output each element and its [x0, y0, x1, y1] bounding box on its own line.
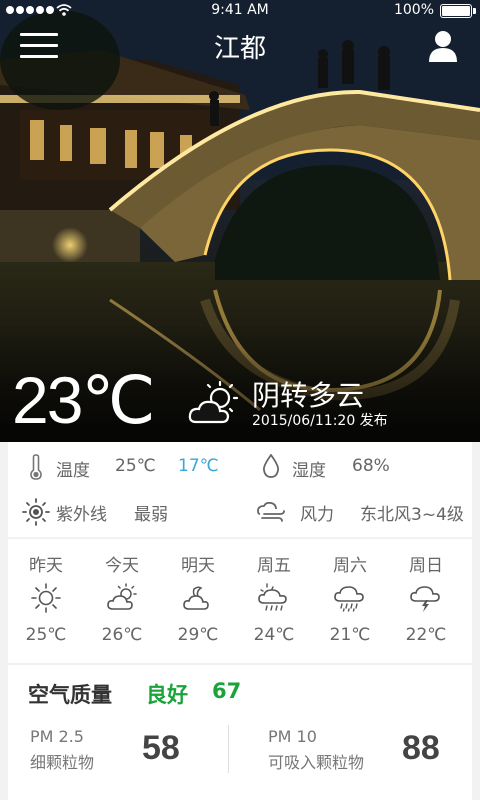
uv-label: 紫外线 [56, 505, 107, 525]
forecast-temp: 25℃ [25, 625, 67, 645]
forecast-day[interactable]: 昨天 25℃ [8, 539, 84, 663]
pm25-desc: 细颗粒物 [30, 753, 95, 772]
hero-background: 9:41 AM 100% 江都 23℃ 阴转多云 2015/06/11:20 发… [0, 0, 480, 442]
forecast-temp: 29℃ [177, 625, 219, 645]
forecast-temp: 21℃ [329, 625, 371, 645]
wind-label: 风力 [300, 505, 334, 525]
sun-cloud-icon [107, 583, 137, 610]
air-quality-panel: 空气质量 良好 67 PM 2.5 细颗粒物 58 PM 10 可吸入颗粒物 8… [8, 665, 472, 800]
publish-time: 2015/06/11:20 发布 [252, 413, 388, 429]
weather-condition: 阴转多云 [252, 379, 365, 412]
nav-bar: 江都 [0, 22, 480, 70]
pm25-name: PM 2.5 [30, 727, 84, 746]
pm25-value: 58 [142, 729, 180, 767]
air-quality-level: 良好 [146, 683, 188, 707]
water-drop-icon [262, 454, 280, 478]
forecast-day-name: 明天 [181, 556, 215, 576]
air-quality-title: 空气质量 [28, 683, 112, 707]
forecast-day[interactable]: 周日 22℃ [388, 539, 464, 663]
temperature-label: 温度 [56, 461, 90, 481]
temperature-high: 25℃ [115, 456, 156, 476]
forecast-day-name: 周日 [409, 556, 443, 576]
forecast-day[interactable]: 周六 21℃ [312, 539, 388, 663]
uv-sun-icon [22, 498, 50, 526]
rain-icon [334, 586, 364, 612]
user-profile-icon[interactable] [428, 30, 458, 62]
forecast-day[interactable]: 今天 26℃ [84, 539, 160, 663]
current-temperature: 23℃ [12, 363, 156, 437]
detail-humidity: 湿度 68% [240, 442, 472, 490]
forecast-day[interactable]: 周五 24℃ [236, 539, 312, 663]
sun-icon [31, 583, 61, 613]
battery-icon [440, 4, 476, 18]
moon-cloud-icon [183, 586, 209, 610]
forecast-day[interactable]: 明天 29℃ [160, 539, 236, 663]
forecast-day-name: 昨天 [29, 556, 63, 576]
humidity-label: 湿度 [292, 461, 326, 481]
forecast-temp: 26℃ [101, 625, 143, 645]
forecast-day-name: 周五 [257, 556, 291, 576]
storm-icon [258, 583, 287, 611]
wind-icon [257, 502, 285, 522]
pm10-value: 88 [402, 729, 440, 767]
battery-percent: 100% [393, 2, 434, 18]
wind-value: 东北风3~4级 [360, 505, 464, 525]
city-title[interactable]: 江都 [0, 28, 480, 65]
partly-cloudy-sun-icon [188, 380, 239, 424]
detail-temperature: 温度 25℃ 17℃ [8, 442, 240, 490]
air-divider [228, 725, 229, 773]
forecast-temp: 24℃ [253, 625, 295, 645]
humidity-value: 68% [352, 456, 390, 476]
forecast-day-name: 今天 [105, 556, 139, 576]
status-bar: 9:41 AM 100% [0, 0, 480, 22]
uv-value: 最弱 [134, 505, 168, 525]
detail-uv: 紫外线 最弱 [8, 490, 240, 537]
detail-wind: 风力 东北风3~4级 [240, 490, 472, 537]
temperature-low: 17℃ [178, 456, 219, 476]
pm10-name: PM 10 [268, 727, 317, 746]
pm10-desc: 可吸入颗粒物 [268, 753, 365, 772]
forecast-temp: 22℃ [405, 625, 447, 645]
air-quality-index: 67 [212, 679, 242, 703]
forecast-day-name: 周六 [333, 556, 367, 576]
weather-details-panel: 温度 25℃ 17℃ 湿度 68% 紫外线 最弱 风力 东北风3~4级 [8, 442, 472, 537]
forecast-panel: 昨天 25℃ 今天 26℃ 明天 29℃ 周五 24℃ 周六 21℃ 周日 22… [8, 539, 472, 663]
thermometer-icon [30, 454, 42, 480]
thunder-icon [410, 586, 440, 612]
